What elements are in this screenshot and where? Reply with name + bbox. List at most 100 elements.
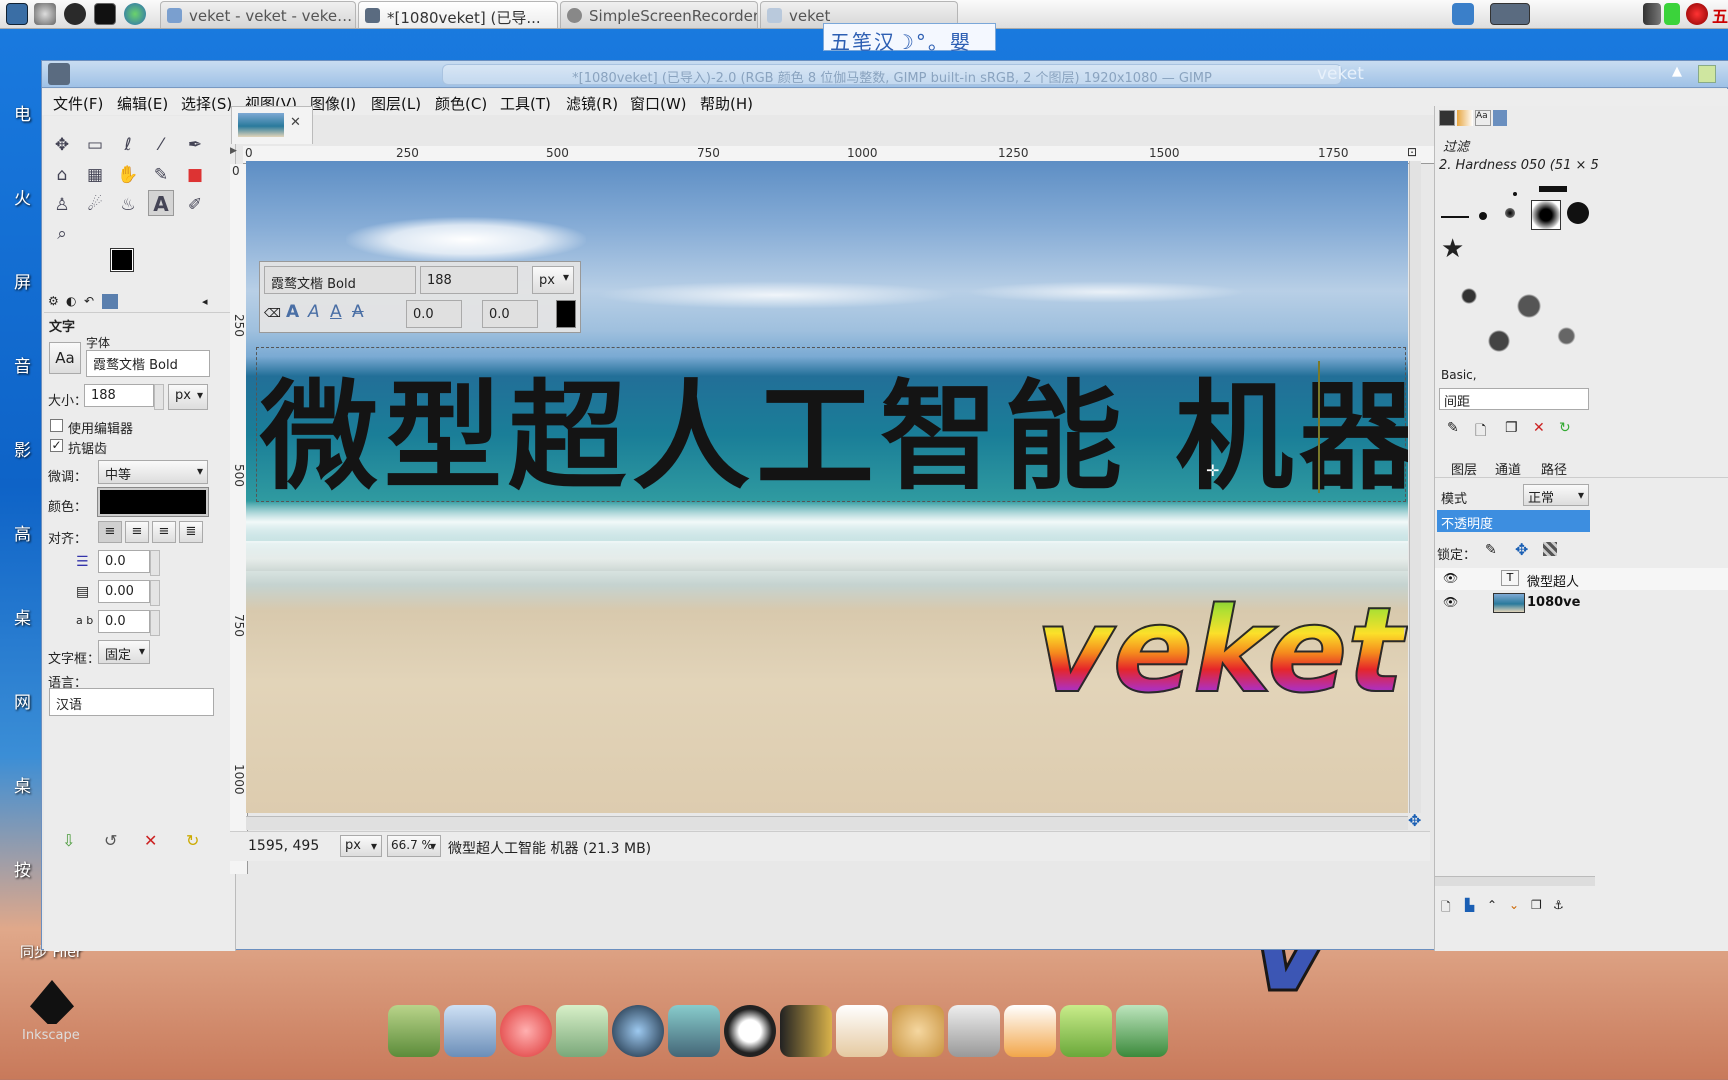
float-size-field[interactable]: 188 — [420, 266, 518, 294]
layer-group-icon[interactable]: ▙ — [1465, 898, 1474, 912]
lock-alpha-icon[interactable] — [1543, 542, 1557, 556]
tab-paths[interactable]: 路径 — [1541, 459, 1567, 478]
presentation-icon[interactable] — [836, 1005, 888, 1057]
task-tab-browser[interactable]: veket - veket - veke… — [160, 1, 356, 28]
usb-icon[interactable] — [948, 1005, 1000, 1057]
reset-icon[interactable]: ↻ — [186, 831, 199, 850]
lock-pixels-icon[interactable]: ✎ — [1485, 542, 1497, 558]
rect-select-icon[interactable]: ▭ — [82, 132, 108, 158]
desktop-label[interactable]: 音 — [14, 352, 31, 377]
menu-windows[interactable]: 窗口(W) — [630, 93, 687, 114]
fuzzy-select-icon[interactable]: ⁄ — [148, 132, 174, 158]
mascot-icon[interactable] — [500, 1005, 552, 1057]
brush-swatch[interactable] — [1441, 216, 1469, 218]
contacts-icon[interactable] — [780, 1005, 832, 1057]
image-tab[interactable]: ✕ — [231, 106, 313, 144]
foreground-color-swatch[interactable] — [110, 248, 134, 272]
paintbrush-icon[interactable]: ✎ — [148, 162, 174, 188]
lasso-icon[interactable]: ℓ — [115, 132, 141, 158]
size-input[interactable]: 188 — [84, 384, 154, 407]
vertical-scrollbar[interactable] — [1409, 161, 1421, 813]
font-preview-button[interactable]: Aa — [49, 342, 81, 374]
raise-layer-icon[interactable]: ⌃ — [1487, 898, 1497, 912]
zoom-select[interactable]: 66.7 % — [387, 835, 441, 857]
file-manager-icon[interactable] — [388, 1005, 440, 1057]
documents-tab-icon[interactable] — [1493, 110, 1507, 126]
menu-select[interactable]: 选择(S) — [181, 93, 232, 114]
paths-tool-icon[interactable]: ✒ — [182, 132, 208, 158]
canvas-text[interactable]: 微型超人工智能 机器 — [260, 341, 1408, 512]
desktop-label[interactable]: 火 — [14, 184, 31, 209]
minimize-button[interactable] — [1698, 65, 1716, 83]
text-color-button[interactable] — [97, 487, 209, 517]
editor-icon[interactable] — [556, 1005, 608, 1057]
layer-scrollbar[interactable] — [1435, 876, 1595, 886]
play-icon[interactable] — [64, 3, 86, 25]
tab-channels[interactable]: 通道 — [1495, 459, 1521, 478]
configure-tab-icon[interactable]: ◂ — [202, 295, 208, 308]
justify-center-icon[interactable]: ≡ — [152, 521, 176, 543]
layer-row-image[interactable]: 👁 1080ve — [1435, 592, 1728, 614]
brush-swatch[interactable] — [1539, 186, 1567, 192]
paint-icon[interactable] — [892, 1005, 944, 1057]
refresh-brush-icon[interactable]: ↻ — [1559, 420, 1571, 436]
size-spinner[interactable] — [154, 384, 164, 410]
patterns-tab-icon[interactable] — [1457, 110, 1473, 126]
float-font-field[interactable]: 霞鹜文楷 Bold — [264, 266, 416, 294]
brush-swatch[interactable] — [1505, 208, 1515, 218]
veket-app-icon[interactable] — [1004, 1005, 1056, 1057]
box-select[interactable]: 固定 — [98, 640, 150, 664]
duplicate-layer-icon[interactable]: ❐ — [1531, 898, 1542, 912]
float-color-button[interactable] — [556, 300, 576, 328]
eye-icon[interactable]: 👁 — [1443, 571, 1458, 585]
desktop-label[interactable]: 网 — [14, 688, 31, 713]
baseline-input[interactable]: 0.0 — [406, 300, 462, 328]
window-titlebar[interactable]: *[1080veket] (已导入)-2.0 (RGB 颜色 8 位伽马整数, … — [42, 61, 1728, 88]
opacity-slider[interactable]: 不透明度 — [1437, 510, 1590, 532]
layer-name[interactable]: 1080ve — [1527, 595, 1580, 610]
clear-style-icon[interactable]: ⌫ — [264, 306, 281, 320]
new-brush-icon[interactable]: 🗋 — [1475, 420, 1486, 444]
inkscape-icon[interactable] — [30, 980, 74, 1024]
warp-icon[interactable]: ✋ — [115, 162, 141, 188]
tool-options-tab-icon[interactable]: ⚙ — [48, 294, 59, 308]
system-monitor-icon[interactable] — [6, 3, 28, 25]
menu-help[interactable]: 帮助(H) — [700, 93, 753, 114]
lower-layer-icon[interactable]: ⌄ — [1509, 898, 1519, 912]
fonts-tab-icon[interactable]: Aa — [1475, 110, 1491, 126]
anchor-layer-icon[interactable]: ⚓ — [1553, 898, 1564, 912]
desktop-label[interactable]: 屏 — [14, 268, 31, 293]
help-icon[interactable] — [1060, 1005, 1112, 1057]
kerning-input[interactable]: 0.0 — [482, 300, 538, 328]
layer-name[interactable]: 微型超人 — [1527, 571, 1579, 590]
antialias-checkbox[interactable]: ✓ — [50, 439, 63, 452]
qq-penguin-icon[interactable] — [724, 1005, 776, 1057]
line-spacing-spinner[interactable] — [150, 580, 160, 606]
gimp-tray-icon[interactable] — [1490, 3, 1530, 25]
lock-position-icon[interactable]: ✥ — [1515, 540, 1528, 559]
ruler-corner[interactable]: ▶ — [230, 146, 244, 162]
camera-icon[interactable] — [1116, 1005, 1168, 1057]
brush-swatch-selected[interactable] — [1531, 200, 1561, 230]
terminal-icon[interactable] — [94, 3, 116, 25]
globe-icon[interactable] — [124, 3, 146, 25]
indent-input[interactable]: 0.0 — [98, 550, 150, 573]
dodge-icon[interactable]: ♨ — [115, 192, 141, 218]
font-field[interactable]: 霞鹜文楷 Bold — [86, 350, 210, 377]
navigate-icon[interactable]: ⊡ — [1407, 145, 1417, 159]
spacing-field[interactable]: 间距 — [1439, 388, 1589, 410]
menu-image[interactable]: 图像(I) — [310, 93, 356, 114]
desktop-label[interactable]: 影 — [14, 436, 31, 461]
eraser-icon[interactable]: ■ — [182, 162, 208, 188]
size-unit-select[interactable]: px — [168, 384, 208, 410]
settings-icon[interactable] — [34, 3, 56, 25]
brush-swatch[interactable] — [1513, 192, 1517, 196]
indent-spinner[interactable] — [150, 550, 160, 576]
clone-icon[interactable]: ♙ — [49, 192, 75, 218]
italic-icon[interactable]: A — [308, 302, 320, 322]
underline-icon[interactable]: A — [330, 302, 342, 322]
move-tool-icon[interactable]: ✥ — [49, 132, 75, 158]
inkscape-label[interactable]: Inkscape — [22, 1028, 80, 1043]
new-layer-icon[interactable]: 🗋 — [1441, 898, 1451, 919]
images-tab-icon[interactable] — [102, 294, 118, 309]
